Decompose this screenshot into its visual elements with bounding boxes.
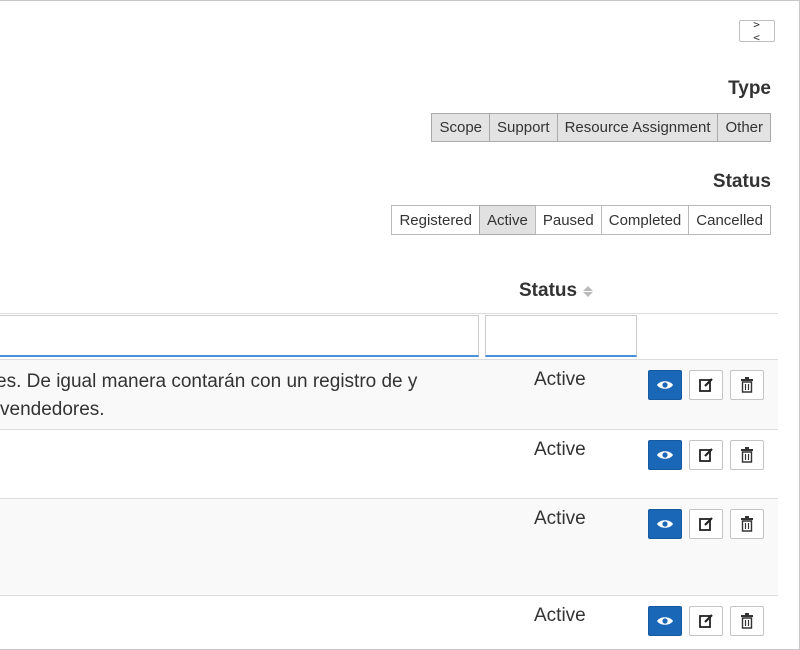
status-filter-title: Status (712, 171, 771, 192)
delete-button[interactable] (730, 370, 764, 400)
table-row: Active (0, 429, 778, 498)
edit-button[interactable] (689, 370, 723, 400)
delete-button[interactable] (730, 509, 764, 539)
status-option-registered[interactable]: Registered (391, 205, 480, 235)
row-description: es. De igual manera contarán con un regi… (0, 368, 470, 424)
status-filter-input[interactable] (485, 315, 637, 357)
row-actions (648, 370, 764, 400)
trash-icon (741, 447, 753, 463)
status-column-header[interactable]: Status (519, 280, 594, 302)
status-option-cancelled[interactable]: Cancelled (688, 205, 771, 235)
status-option-active[interactable]: Active (479, 205, 536, 235)
table-row: es. De igual manera contarán con un regi… (0, 359, 778, 429)
view-button[interactable] (648, 606, 682, 636)
eye-icon (657, 617, 673, 625)
eye-icon (657, 520, 673, 528)
table-row: Active (0, 595, 778, 650)
table-row: Active (0, 498, 778, 595)
delete-button[interactable] (730, 606, 764, 636)
row-actions (648, 440, 764, 470)
description-filter-input[interactable] (0, 315, 479, 357)
edit-button[interactable] (689, 606, 723, 636)
type-filter-group: Scope Support Resource Assignment Other (431, 113, 771, 142)
trash-icon (741, 377, 753, 393)
type-option-other[interactable]: Other (717, 113, 771, 142)
edit-icon (699, 378, 713, 392)
view-button[interactable] (648, 370, 682, 400)
row-actions (648, 509, 764, 539)
trash-icon (741, 516, 753, 532)
delete-button[interactable] (730, 440, 764, 470)
status-filter-group: Registered Active Paused Completed Cance… (391, 205, 771, 235)
collapse-toggle-button[interactable]: > < (739, 18, 775, 44)
view-button[interactable] (648, 440, 682, 470)
type-filter-title: Type (728, 78, 771, 99)
edit-icon (699, 448, 713, 462)
edit-icon (699, 614, 713, 628)
type-option-resource-assignment[interactable]: Resource Assignment (556, 113, 719, 142)
status-column-label: Status (519, 280, 578, 301)
row-status: Active (534, 508, 586, 529)
sort-icon (583, 285, 594, 297)
type-option-support[interactable]: Support (489, 113, 558, 142)
row-description-text: es. De igual manera contarán con un regi… (0, 371, 418, 420)
row-status: Active (534, 605, 586, 626)
eye-icon (657, 451, 673, 459)
header-divider (0, 313, 778, 314)
row-actions (648, 606, 764, 636)
status-option-paused[interactable]: Paused (534, 205, 602, 235)
trash-icon (741, 613, 753, 629)
edit-button[interactable] (689, 440, 723, 470)
row-status: Active (534, 369, 586, 390)
eye-icon (657, 381, 673, 389)
edit-button[interactable] (689, 509, 723, 539)
type-option-scope[interactable]: Scope (431, 113, 491, 142)
edit-icon (699, 517, 713, 531)
view-button[interactable] (648, 509, 682, 539)
row-status: Active (534, 439, 586, 460)
status-option-completed[interactable]: Completed (600, 205, 690, 235)
